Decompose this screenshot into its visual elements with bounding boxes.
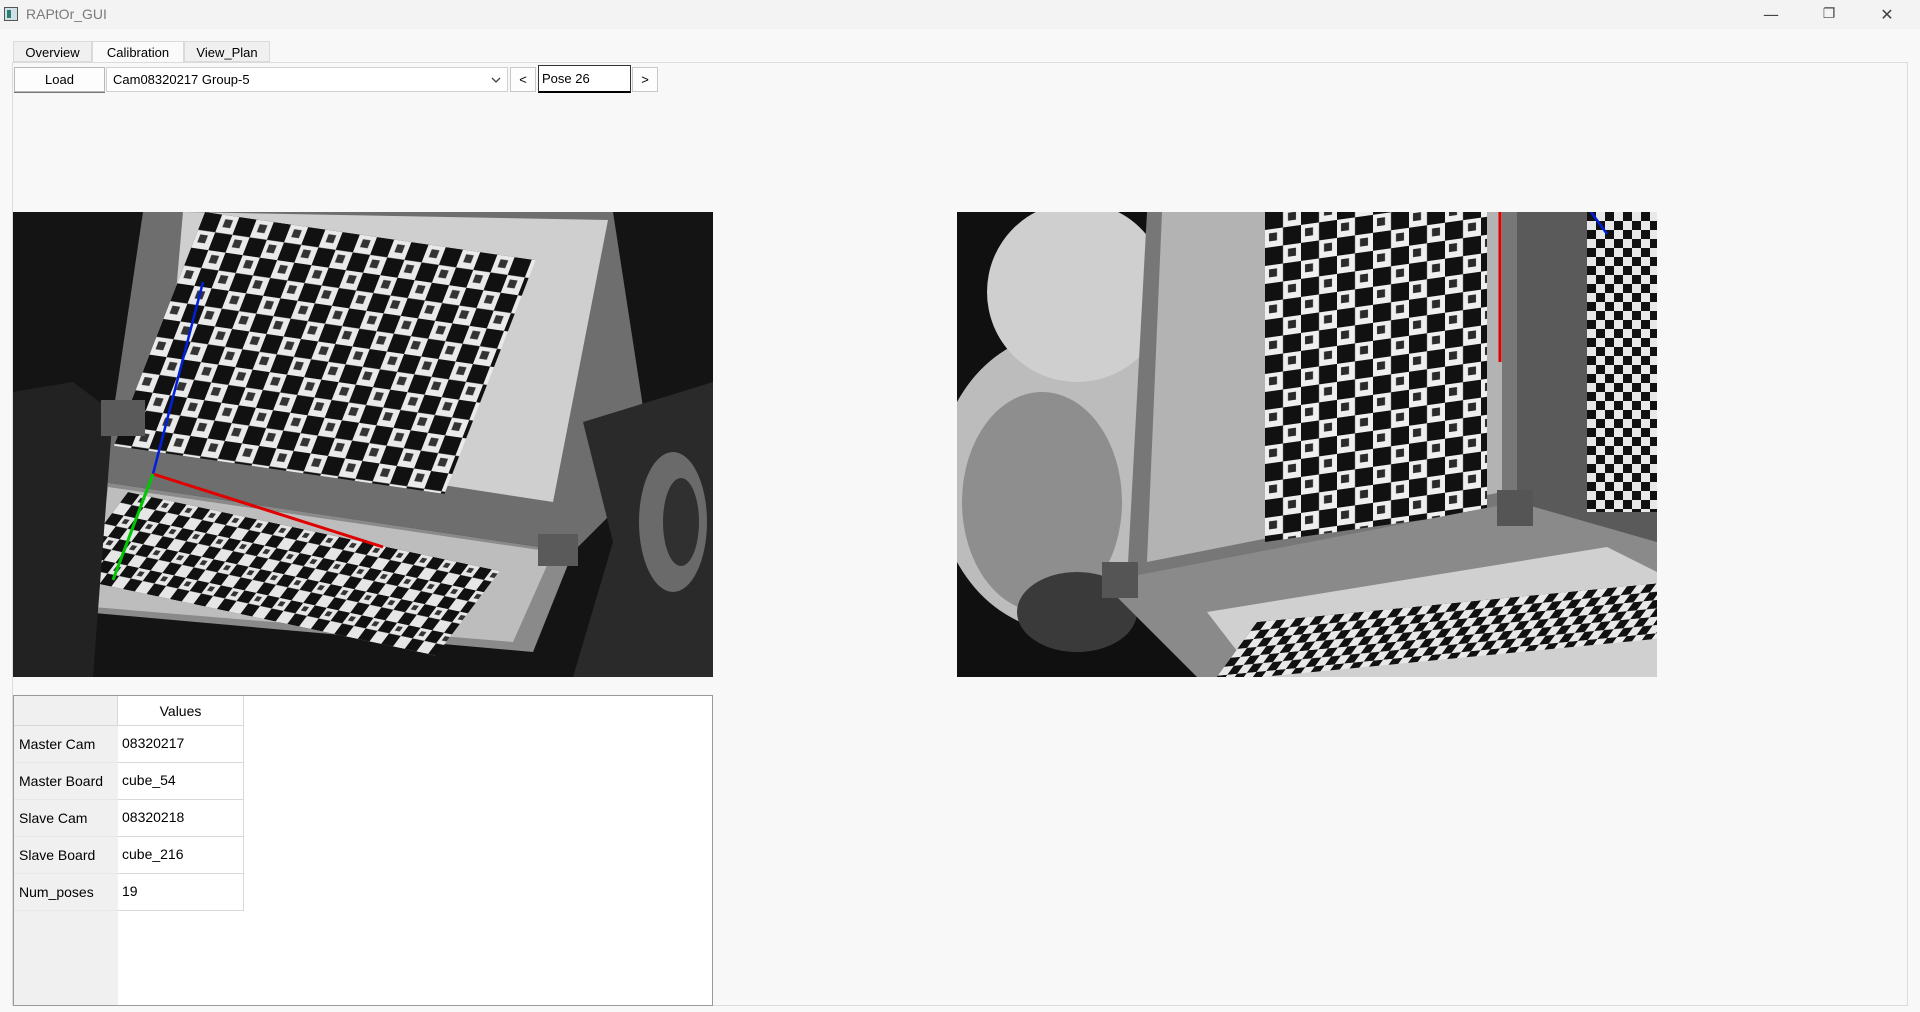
cell-master-cam[interactable]: 08320217 <box>118 726 244 763</box>
load-button[interactable]: Load <box>14 67 105 93</box>
tab-view-plan[interactable]: View_Plan <box>184 41 270 62</box>
row-header-slave-cam[interactable]: Slave Cam <box>14 800 118 837</box>
slave-camera-view <box>957 212 1657 677</box>
values-table: Values Master Cam 08320217 Master Board … <box>13 695 713 1006</box>
cell-slave-cam[interactable]: 08320218 <box>118 800 244 837</box>
row-header-master-board[interactable]: Master Board <box>14 763 118 800</box>
group-select-value: Cam08320217 Group-5 <box>113 72 250 87</box>
title-bar: RAPtOr_GUI — ❐ ✕ <box>0 0 1920 29</box>
app-icon <box>4 7 18 21</box>
table-corner <box>14 696 118 726</box>
next-pose-button[interactable]: > <box>632 67 658 92</box>
master-camera-view <box>13 212 713 677</box>
cell-num-poses[interactable]: 19 <box>118 874 244 911</box>
tab-calibration[interactable]: Calibration <box>92 41 184 62</box>
restore-icon[interactable]: ❐ <box>1806 0 1852 29</box>
minimize-icon[interactable]: — <box>1748 0 1794 29</box>
row-header-num-poses[interactable]: Num_poses <box>14 874 118 911</box>
cell-master-board[interactable]: cube_54 <box>118 763 244 800</box>
slave-camera-image <box>957 212 1657 677</box>
master-camera-image <box>13 212 713 677</box>
row-header-master-cam[interactable]: Master Cam <box>14 726 118 763</box>
group-select[interactable]: Cam08320217 Group-5 <box>106 67 508 92</box>
prev-pose-button[interactable]: < <box>510 67 536 92</box>
cell-slave-board[interactable]: cube_216 <box>118 837 244 874</box>
close-icon[interactable]: ✕ <box>1864 0 1910 29</box>
pose-field[interactable]: Pose 26 <box>538 65 631 93</box>
tab-overview[interactable]: Overview <box>13 41 92 62</box>
window-title: RAPtOr_GUI <box>26 6 107 22</box>
column-header-values[interactable]: Values <box>118 696 244 726</box>
chevron-down-icon <box>490 70 502 93</box>
row-header-slave-board[interactable]: Slave Board <box>14 837 118 874</box>
